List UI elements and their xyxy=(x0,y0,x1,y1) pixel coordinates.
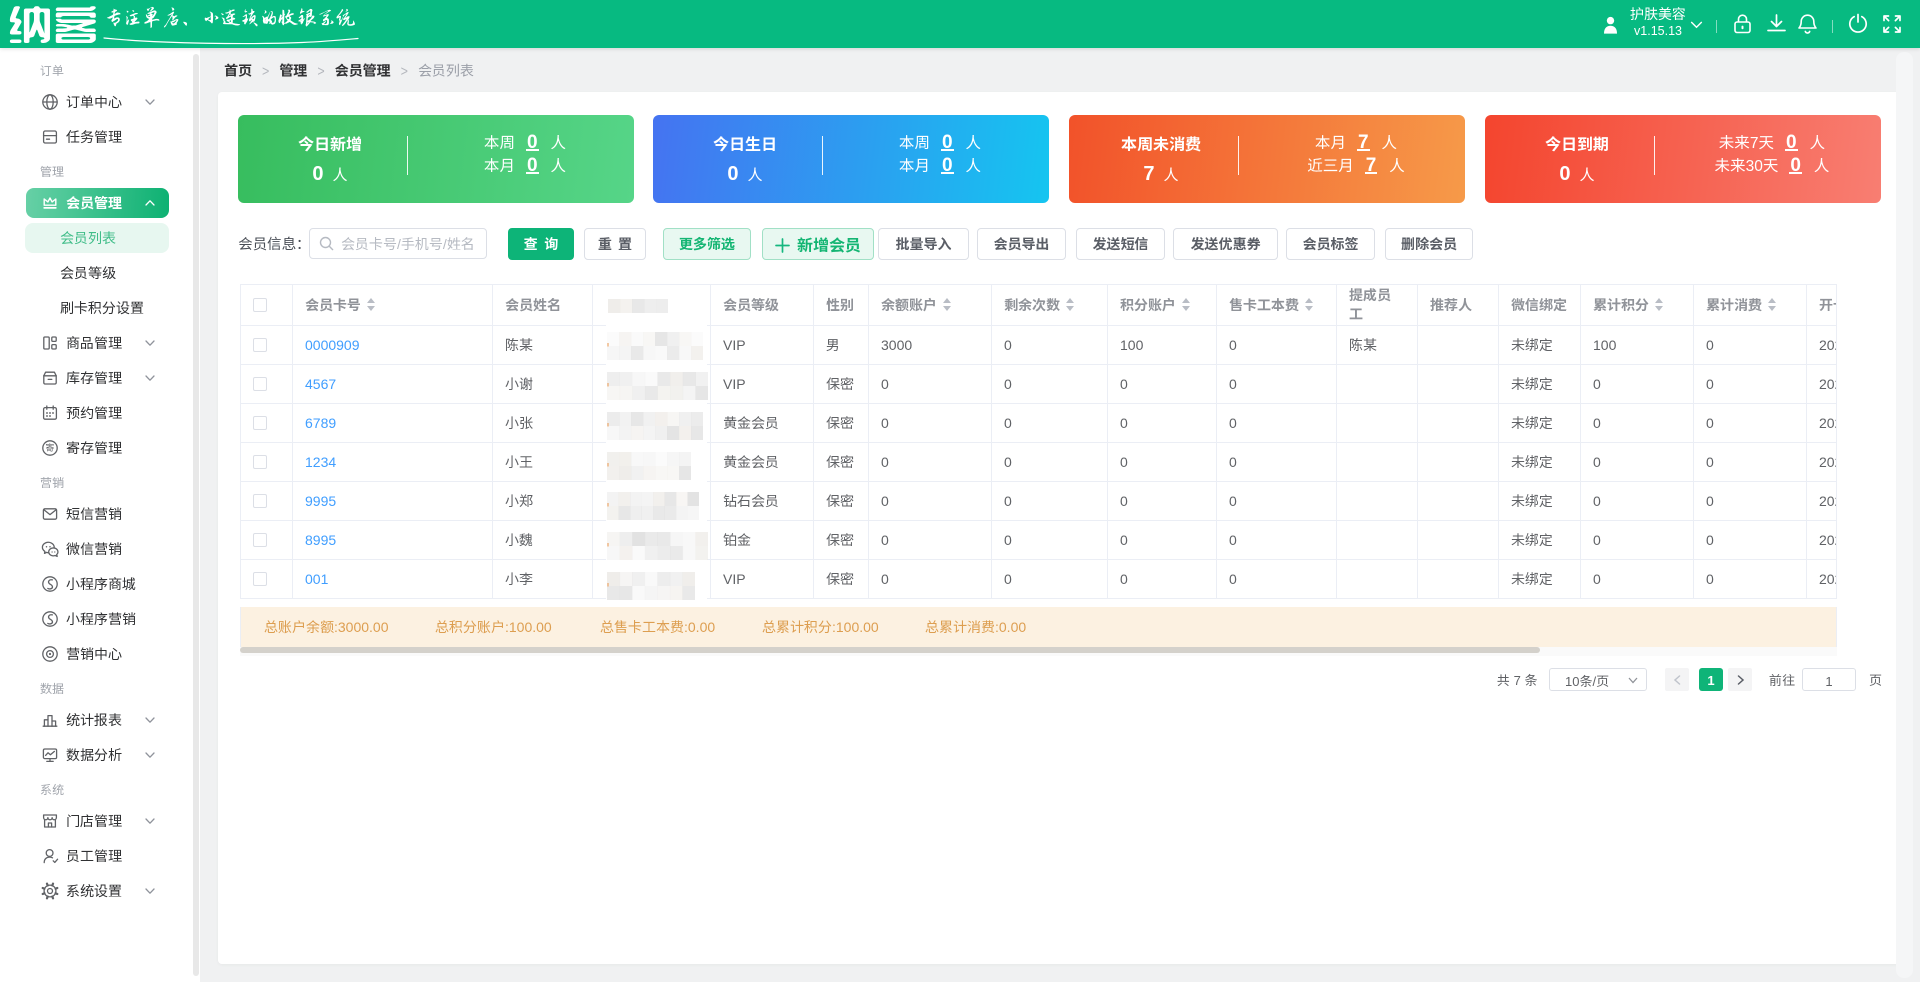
svg-text:寄: 寄 xyxy=(45,441,54,454)
